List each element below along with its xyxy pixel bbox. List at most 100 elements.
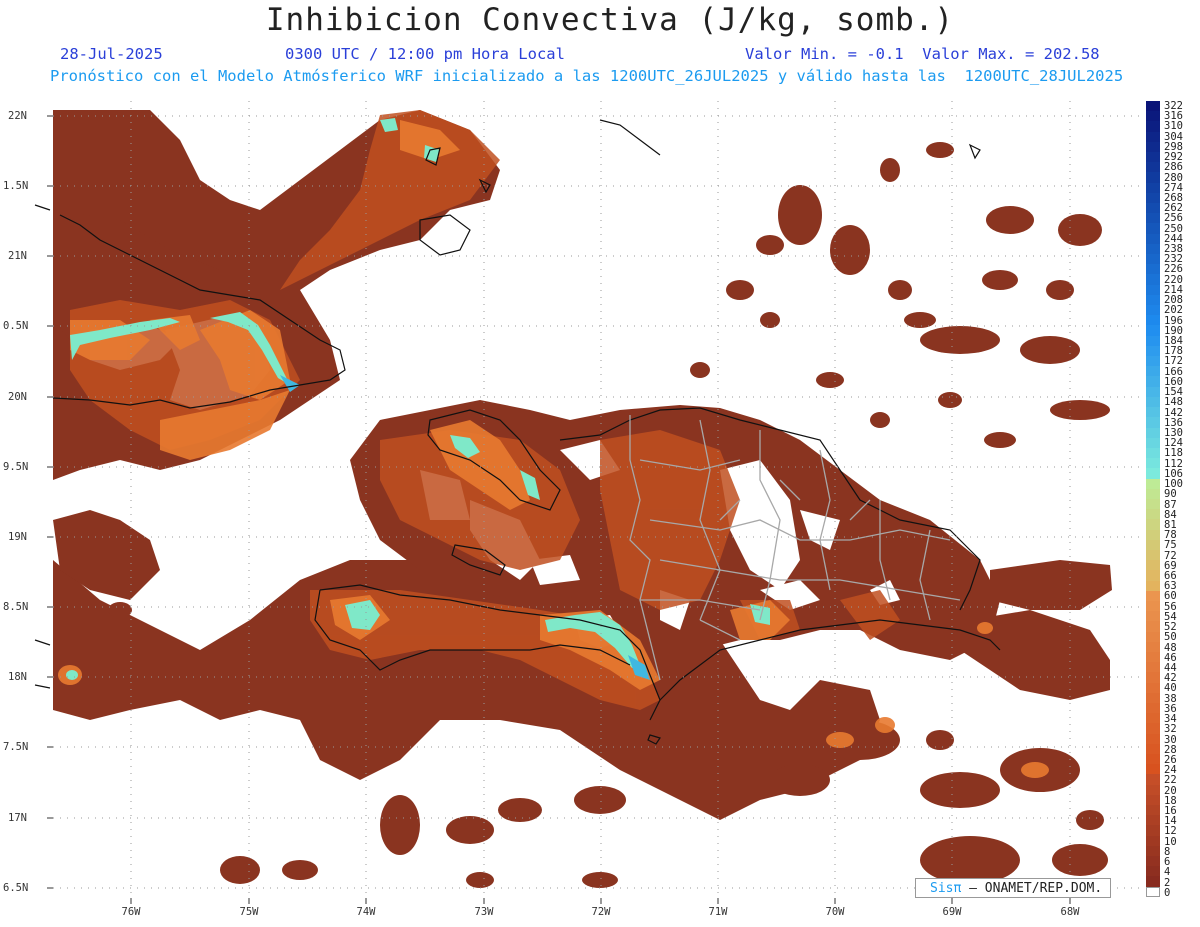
- colorbar-tick-label: 4: [1164, 866, 1171, 879]
- colorbar-swatch: [1146, 794, 1160, 806]
- colorbar-swatch: [1146, 233, 1160, 244]
- lat-label: 17N: [8, 812, 27, 824]
- lat-label: 0.5N: [3, 320, 29, 332]
- colorbar-tick-label: 60: [1164, 590, 1177, 603]
- lat-label: 8.5N: [3, 601, 29, 613]
- colorbar-swatch: [1146, 345, 1160, 357]
- colorbar-tick-label: 30: [1164, 733, 1177, 746]
- colorbar-swatch: [1146, 223, 1160, 234]
- colorbar-tick-label: 310: [1164, 120, 1183, 133]
- colorbar-swatch: [1146, 723, 1160, 734]
- colorbar-swatch: [1146, 111, 1160, 122]
- lat-label: 7.5N: [3, 741, 29, 753]
- lat-label: 21N: [8, 250, 27, 262]
- cin-map: [34, 101, 1143, 904]
- colorbar-swatch: [1146, 162, 1160, 173]
- colorbar-swatch: [1146, 101, 1160, 112]
- colorbar-swatch: [1146, 815, 1160, 826]
- colorbar-tick-label: 118: [1164, 447, 1183, 460]
- colorbar-swatch: [1146, 305, 1160, 316]
- colorbar-swatch: [1146, 856, 1160, 867]
- lon-label: 68W: [1060, 906, 1080, 918]
- lon-label: 75W: [239, 906, 259, 918]
- lon-label: 73W: [474, 906, 494, 918]
- colorbar-swatch: [1146, 805, 1160, 816]
- colorbar-swatch: [1146, 356, 1160, 367]
- colorbar-swatch: [1146, 560, 1160, 571]
- colorbar-swatch: [1146, 529, 1160, 540]
- colorbar-swatch: [1146, 641, 1160, 652]
- colorbar-swatch: [1146, 539, 1160, 550]
- colorbar-swatch: [1146, 427, 1160, 438]
- colorbar-swatch: [1146, 437, 1160, 448]
- colorbar-swatch: [1146, 284, 1160, 295]
- colorbar-swatch: [1146, 192, 1160, 204]
- colorbar-swatch: [1146, 774, 1160, 785]
- colorbar-swatch: [1146, 713, 1160, 724]
- colorbar-swatch: [1146, 692, 1160, 703]
- colorbar-tick-label: 0: [1164, 886, 1171, 899]
- colorbar-swatch: [1146, 366, 1160, 377]
- colorbar-swatch: [1146, 121, 1160, 132]
- colorbar-swatch: [1146, 478, 1160, 489]
- lat-label: 9.5N: [3, 461, 29, 473]
- colorbar-tick-label: 40: [1164, 682, 1177, 695]
- colorbar-swatch: [1146, 754, 1160, 765]
- colorbar-swatch: [1146, 743, 1160, 754]
- colorbar: [1146, 101, 1160, 898]
- colorbar-swatch: [1146, 733, 1160, 744]
- colorbar-swatch: [1146, 417, 1160, 428]
- colorbar-swatch: [1146, 203, 1160, 214]
- lon-label: 69W: [942, 906, 962, 918]
- colorbar-swatch: [1146, 702, 1160, 714]
- colorbar-swatch: [1146, 886, 1160, 897]
- lon-label: 71W: [708, 906, 728, 918]
- lat-label: 19N: [8, 531, 27, 543]
- colorbar-swatch: [1146, 458, 1160, 469]
- colorbar-swatch: [1146, 509, 1160, 520]
- colorbar-swatch: [1146, 315, 1160, 326]
- colorbar-swatch: [1146, 376, 1160, 387]
- lon-label: 70W: [825, 906, 845, 918]
- colorbar-swatch: [1146, 825, 1160, 836]
- colorbar-swatch: [1146, 386, 1160, 397]
- colorbar-tick-label: 226: [1164, 263, 1183, 276]
- colorbar-swatch: [1146, 672, 1160, 683]
- colorbar-swatch: [1146, 549, 1160, 561]
- colorbar-swatch: [1146, 294, 1160, 306]
- colorbar-swatch: [1146, 407, 1160, 418]
- colorbar-swatch: [1146, 182, 1160, 193]
- colorbar-tick-label: 75: [1164, 539, 1177, 552]
- lat-label: 20N: [8, 391, 27, 403]
- colorbar-tick-label: 286: [1164, 161, 1183, 174]
- lon-label: 72W: [591, 906, 611, 918]
- lat-label: 18N: [8, 671, 27, 683]
- lat-label: 6.5N: [3, 882, 29, 894]
- colorbar-swatch: [1146, 590, 1160, 601]
- colorbar-swatch: [1146, 447, 1160, 459]
- colorbar-swatch: [1146, 141, 1160, 153]
- colorbar-swatch: [1146, 682, 1160, 693]
- colorbar-swatch: [1146, 866, 1160, 877]
- lat-label: 22N: [8, 110, 27, 122]
- colorbar-swatch: [1146, 580, 1160, 591]
- colorbar-swatch: [1146, 835, 1160, 846]
- colorbar-swatch: [1146, 264, 1160, 275]
- colorbar-swatch: [1146, 600, 1160, 612]
- colorbar-tick-label: 87: [1164, 498, 1177, 511]
- colorbar-swatch: [1146, 570, 1160, 581]
- colorbar-swatch: [1146, 519, 1160, 530]
- colorbar-tick-label: 22: [1164, 774, 1177, 787]
- credit-text: – ONAMET/REP.DOM.: [969, 881, 1103, 896]
- colorbar-swatch: [1146, 335, 1160, 346]
- colorbar-swatch: [1146, 498, 1160, 510]
- credit-box: Sisπ – ONAMET/REP.DOM.: [915, 878, 1111, 898]
- colorbar-swatch: [1146, 631, 1160, 642]
- colorbar-swatch: [1146, 396, 1160, 408]
- colorbar-swatch: [1146, 662, 1160, 673]
- lon-label: 74W: [356, 906, 376, 918]
- lon-label: 76W: [121, 906, 141, 918]
- lat-label: 1.5N: [3, 180, 29, 192]
- colorbar-swatch: [1146, 152, 1160, 163]
- colorbar-swatch: [1146, 243, 1160, 255]
